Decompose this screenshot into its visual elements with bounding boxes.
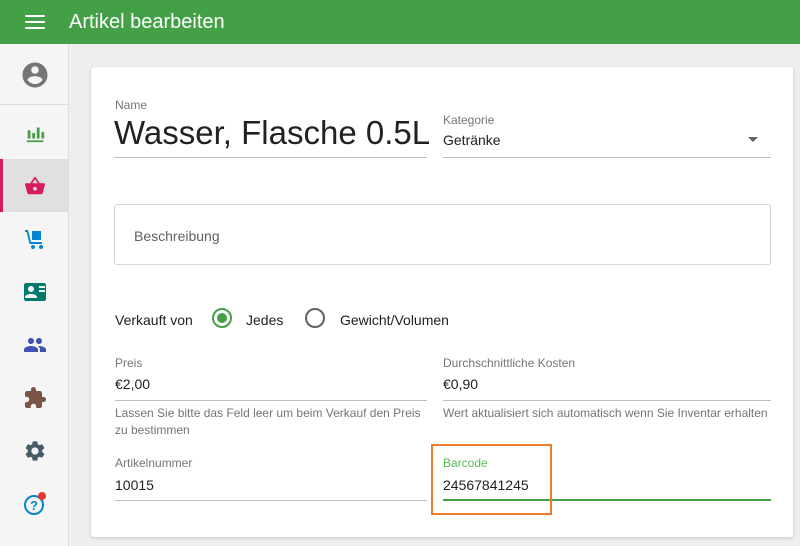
sidebar: ? [0,44,69,546]
puzzle-icon [24,386,46,408]
sidebar-item-account[interactable] [0,48,69,101]
menu-icon[interactable] [25,15,45,29]
barcode-highlight-box [431,444,552,515]
chevron-down-icon[interactable] [748,137,758,142]
sidebar-item-reports[interactable] [0,106,69,159]
app-bar: Artikel bearbeiten [0,0,800,44]
account-icon [22,62,47,87]
radio-weight-volume[interactable] [305,308,325,328]
sidebar-item-settings[interactable] [0,424,69,477]
avg-cost-hint: Wert aktualisiert sich automatisch wenn … [443,406,768,420]
hand-truck-icon [24,229,43,249]
sidebar-item-articles[interactable] [0,159,69,212]
basket-icon [24,176,45,194]
page-title: Artikel bearbeiten [69,10,225,33]
avg-cost-label: Durchschnittliche Kosten [443,356,576,370]
sidebar-item-inventory[interactable] [0,212,69,265]
price-underline [115,400,427,401]
price-hint: Lassen Sie bitte das Feld leer um beim V… [115,406,421,437]
radio-weight-volume-label[interactable]: Gewicht/Volumen [340,312,449,328]
description-field[interactable]: Beschreibung [114,204,771,265]
article-number-underline [115,500,427,501]
sidebar-item-employees[interactable] [0,318,69,371]
price-label: Preis [115,356,143,370]
help-icon: ? [23,491,46,515]
sidebar-item-integrations[interactable] [0,371,69,424]
radio-each[interactable] [212,308,232,328]
article-number-input[interactable]: 10015 [115,477,154,493]
avg-cost-underline [443,400,771,401]
avg-cost-value: €0,90 [443,376,479,392]
category-underline [443,157,771,158]
price-input[interactable]: €2,00 [115,376,150,392]
contact-card-icon [23,282,46,301]
name-label: Name [115,98,148,112]
category-label: Kategorie [443,113,495,127]
sidebar-item-help[interactable]: ? [0,477,69,530]
gear-icon [25,440,44,461]
svg-text:?: ? [30,498,38,513]
article-number-label: Artikelnummer [115,456,193,470]
sidebar-divider [0,104,69,105]
category-select[interactable]: Getränke [443,132,501,148]
radio-each-label[interactable]: Jedes [246,312,283,328]
sidebar-item-customers[interactable] [0,265,69,318]
sold-by-label: Verkauft von [115,312,193,328]
bar-chart-icon [26,127,44,142]
description-placeholder: Beschreibung [134,228,220,244]
name-input[interactable]: Wasser, Flasche 0.5L [114,114,430,152]
name-underline [114,157,427,158]
people-icon [23,337,46,352]
